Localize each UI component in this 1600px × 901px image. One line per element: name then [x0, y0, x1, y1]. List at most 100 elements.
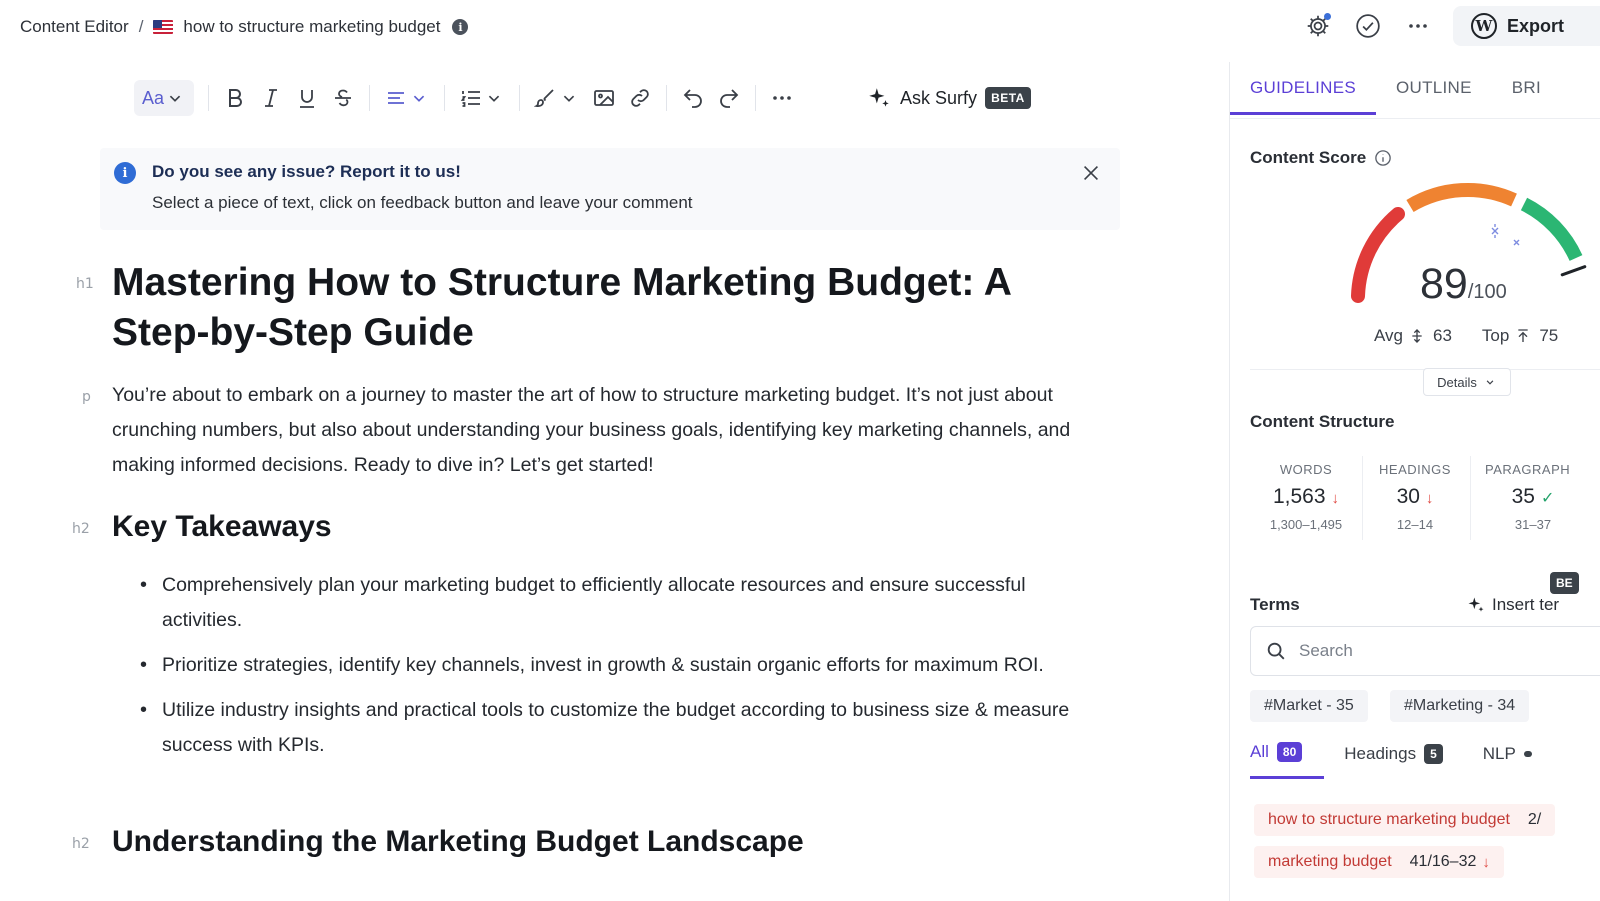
italic-icon	[265, 89, 278, 107]
toolbar-divider	[519, 85, 521, 111]
undo-button[interactable]	[681, 80, 705, 116]
term-item[interactable]: marketing budget 41/16–32 ↓	[1254, 846, 1504, 878]
search-input[interactable]	[1299, 641, 1579, 661]
beta-badge: BE	[1550, 572, 1579, 594]
metric-value: 30 ↓	[1375, 485, 1455, 509]
image-icon	[594, 90, 614, 106]
document-title[interactable]: how to structure marketing budget	[183, 17, 440, 37]
list-item[interactable]: Comprehensively plan your marketing budg…	[140, 568, 1100, 638]
list-item[interactable]: Prioritize strategies, identify key chan…	[140, 648, 1100, 683]
term-chip-market[interactable]: #Market - 35	[1250, 690, 1368, 722]
breadcrumb-root[interactable]: Content Editor	[20, 17, 129, 37]
metric-number: 1,563	[1272, 485, 1326, 508]
settings-button[interactable]	[1303, 11, 1333, 41]
more-horizontal-icon	[1409, 24, 1427, 28]
filter-count: 5	[1424, 743, 1443, 764]
details-dropdown[interactable]: Details	[1423, 368, 1511, 396]
breadcrumb-separator: /	[138, 17, 144, 36]
avg-value: 63	[1433, 326, 1452, 345]
export-button[interactable]: W Export	[1452, 6, 1600, 46]
highlight-dropdown[interactable]	[534, 80, 580, 116]
metric-headings: HEADINGS 30 ↓ 12–14	[1375, 462, 1455, 532]
term-chip-marketing[interactable]: #Marketing - 34	[1390, 690, 1530, 722]
more-button[interactable]	[1403, 11, 1433, 41]
metric-number: 30	[1396, 485, 1420, 508]
score-benchmarks: Avg 63 Top 75	[1374, 326, 1564, 346]
tabs-divider	[1230, 118, 1600, 119]
block-tag-h2: h2	[72, 521, 90, 537]
top-value: 75	[1539, 326, 1559, 345]
list-dropdown[interactable]	[459, 80, 505, 116]
close-icon[interactable]	[1080, 162, 1102, 184]
filter-tab-headings[interactable]: Headings 5	[1344, 742, 1443, 779]
takeaways-list: Comprehensively plan your marketing budg…	[140, 568, 1100, 773]
redo-button[interactable]	[717, 80, 741, 116]
info-circle-icon[interactable]	[1374, 149, 1392, 167]
check-icon: ✓	[1540, 490, 1555, 507]
article-paragraph[interactable]: You’re about to embark on a journey to m…	[112, 378, 1112, 483]
strikethrough-icon	[335, 89, 352, 107]
list-item[interactable]: Utilize industry insights and practical …	[140, 693, 1100, 763]
info-icon[interactable]: i	[452, 19, 469, 35]
content-structure-title: Content Structure	[1250, 412, 1395, 431]
metric-label: PARAGRAPH	[1485, 462, 1571, 477]
more-horizontal-icon	[773, 96, 791, 100]
metric-range: 1,300–1,495	[1269, 517, 1343, 532]
check-button[interactable]	[1353, 11, 1383, 41]
filter-count	[1523, 750, 1532, 757]
top-label: Top	[1481, 326, 1510, 345]
gauge-segment-green	[1520, 197, 1583, 262]
insert-terms-button[interactable]: Insert ter	[1466, 595, 1559, 615]
underline-icon	[300, 90, 315, 108]
notice-body: Select a piece of text, click on feedbac…	[152, 193, 693, 212]
sparkle-icon	[869, 88, 889, 107]
metric-paragraphs: PARAGRAPH 35 ✓ 31–37	[1485, 462, 1581, 532]
panel-tabs: GUIDELINES OUTLINE BRI	[1230, 78, 1581, 115]
content-score-value: 89/100	[1420, 260, 1507, 309]
metric-divider	[1362, 456, 1363, 540]
avg-label: Avg	[1374, 326, 1403, 345]
metric-words: WORDS 1,563 ↓ 1,300–1,495	[1266, 462, 1346, 532]
term-text: how to structure marketing budget	[1268, 811, 1510, 828]
tab-outline[interactable]: OUTLINE	[1396, 78, 1472, 115]
filter-label: All	[1250, 742, 1269, 761]
editor-toolbar: Aa Ask Surfy BETA	[134, 78, 1031, 118]
filter-tab-all[interactable]: All 80	[1250, 742, 1325, 779]
toolbar-divider	[369, 85, 371, 111]
font-label: Aa	[142, 87, 165, 108]
arrow-down-icon: ↓	[1425, 490, 1434, 507]
insert-image-button[interactable]	[592, 80, 616, 116]
score-max: /100	[1467, 281, 1507, 303]
term-item[interactable]: how to structure marketing budget 2/	[1254, 804, 1556, 836]
terms-filter-tabs: All 80 Headings 5 NLP	[1250, 742, 1572, 779]
export-label: Export	[1506, 15, 1564, 36]
top-bar: Content Editor / how to structure market…	[0, 0, 1600, 54]
align-dropdown[interactable]	[384, 80, 430, 116]
strikethrough-button[interactable]	[331, 80, 355, 116]
tab-guidelines[interactable]: GUIDELINES	[1230, 78, 1376, 115]
article-heading-landscape[interactable]: Understanding the Marketing Budget Lands…	[112, 825, 804, 859]
italic-button[interactable]	[259, 80, 283, 116]
gauge-needle	[1560, 265, 1587, 277]
chevron-down-icon	[563, 95, 575, 102]
more-tools-button[interactable]	[770, 80, 794, 116]
block-tag-h2: h2	[72, 836, 90, 852]
feedback-notice: i Do you see any issue? Report it to us!…	[100, 148, 1120, 230]
gauge-segment-red	[1351, 207, 1405, 303]
toolbar-divider	[755, 85, 757, 111]
article-heading-key-takeaways[interactable]: Key Takeaways	[112, 510, 332, 544]
toolbar-divider	[666, 85, 668, 111]
font-style-dropdown[interactable]: Aa	[134, 80, 195, 116]
tab-brief[interactable]: BRI	[1512, 78, 1541, 115]
bold-button[interactable]	[223, 80, 247, 116]
underline-button[interactable]	[295, 80, 319, 116]
filter-tab-nlp[interactable]: NLP	[1483, 742, 1532, 779]
insert-link-button[interactable]	[628, 80, 652, 116]
block-tag-p: p	[82, 389, 91, 405]
content-score-label: Content Score	[1250, 148, 1367, 167]
wordpress-icon: W	[1470, 13, 1497, 39]
metric-divider	[1470, 456, 1471, 540]
notice-title[interactable]: Do you see any issue? Report it to us!	[152, 162, 461, 182]
article-heading-1[interactable]: Mastering How to Structure Marketing Bud…	[112, 258, 1112, 358]
ask-surfy-button[interactable]: Ask Surfy BETA	[866, 85, 1031, 111]
